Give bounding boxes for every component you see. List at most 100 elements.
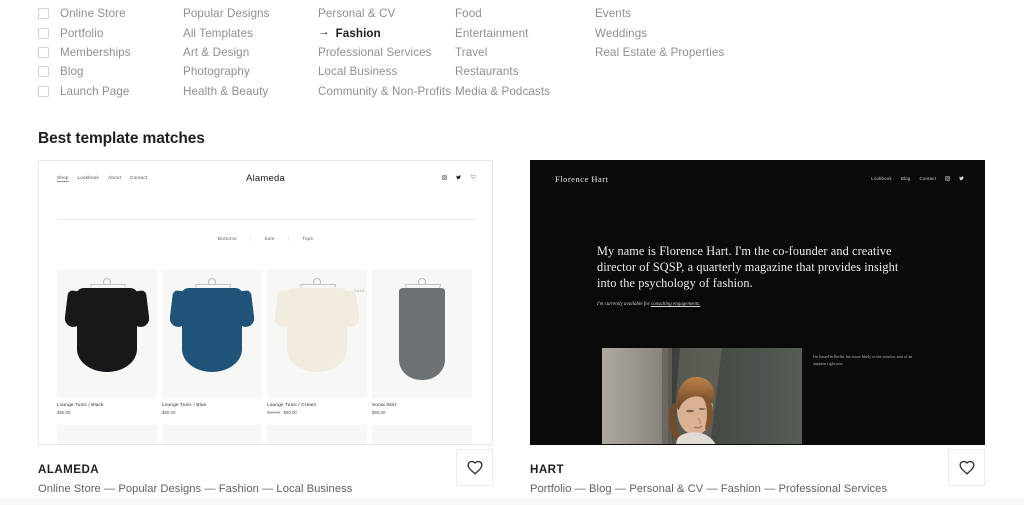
product-sale-price: $50.00 bbox=[283, 410, 297, 415]
product-title: Lounge Tunic / Cream bbox=[267, 403, 317, 408]
filter-label: Portfolio bbox=[60, 26, 104, 40]
preview-product-item: Lounge Tunic / Blue $50.00 bbox=[162, 269, 262, 415]
product-price: $60.00 $50.00 bbox=[267, 410, 367, 415]
filter-panel: Online Store Portfolio Memberships Blog … bbox=[0, 0, 1024, 108]
favorite-button-hart[interactable] bbox=[948, 449, 985, 486]
heart-icon bbox=[958, 460, 975, 475]
preview-nav-links: Lookbook Blog Contact bbox=[871, 176, 964, 181]
filter-link-local-business[interactable]: Local Business bbox=[318, 62, 455, 81]
garment-shape bbox=[182, 288, 242, 372]
template-name: HART bbox=[530, 463, 564, 476]
preview-nav-lookbook: Lookbook bbox=[871, 176, 892, 181]
filter-link-travel[interactable]: Travel bbox=[455, 43, 595, 62]
filter-label: Blog bbox=[60, 65, 84, 79]
portrait-illustration bbox=[602, 348, 802, 444]
filter-link-professional-services[interactable]: Professional Services bbox=[318, 43, 455, 62]
filter-column-categories-2: Personal & CV → Fashion Professional Ser… bbox=[318, 4, 455, 108]
garment-shape bbox=[399, 288, 445, 380]
filter-column-site-types: Online Store Portfolio Memberships Blog … bbox=[38, 4, 183, 108]
template-preview-hart[interactable]: Florence Hart Lookbook Blog Contact My n… bbox=[530, 160, 985, 445]
filter-link-media-and-podcasts[interactable]: Media & Podcasts bbox=[455, 82, 595, 101]
filter-link-popular-designs[interactable]: Popular Designs bbox=[183, 4, 318, 23]
product-image-placeholder bbox=[162, 425, 262, 444]
preview-subline-link: consulting engagements. bbox=[650, 302, 701, 307]
favorite-button-alameda[interactable] bbox=[456, 449, 493, 486]
filter-column-categories-1: Popular Designs All Templates Art & Desi… bbox=[183, 4, 318, 108]
instagram-icon bbox=[442, 174, 447, 180]
twitter-icon bbox=[456, 174, 461, 179]
instagram-icon bbox=[945, 176, 950, 181]
sale-badge: SALE bbox=[354, 289, 365, 293]
hanger-icon bbox=[405, 278, 441, 289]
filter-checkbox-launch-page[interactable]: Launch Page bbox=[38, 82, 183, 101]
garment-shape bbox=[77, 288, 137, 372]
filter-link-personal-and-cv[interactable]: Personal & CV bbox=[318, 4, 455, 23]
template-results-grid: Shop Lookbook About Contact Alameda Bott… bbox=[38, 160, 986, 505]
template-card-hart[interactable]: Florence Hart Lookbook Blog Contact My n… bbox=[530, 160, 985, 505]
product-title: Sonia Skirt bbox=[372, 403, 397, 408]
heart-icon bbox=[466, 460, 483, 475]
preview-product-item: Lounge Tunic / Cream $60.00 $50.00 SALE bbox=[267, 269, 367, 415]
filter-link-health-and-beauty[interactable]: Health & Beauty bbox=[183, 82, 318, 101]
product-title: Lounge Tunic / Blue bbox=[162, 403, 207, 408]
hanger-icon bbox=[195, 278, 231, 289]
filter-link-food[interactable]: Food bbox=[455, 4, 595, 23]
preview-product-grid-row2 bbox=[57, 425, 472, 444]
checkbox-icon[interactable] bbox=[38, 66, 49, 78]
garment-shape bbox=[287, 288, 347, 372]
twitter-icon bbox=[959, 176, 964, 181]
checkbox-icon[interactable] bbox=[38, 85, 49, 97]
product-image-placeholder bbox=[57, 425, 157, 444]
product-image-cream-tunic bbox=[267, 269, 367, 398]
filter-link-all-templates[interactable]: All Templates bbox=[183, 23, 318, 42]
product-image-sonia-skirt bbox=[372, 269, 472, 398]
preview-photo-caption: I'm based in Berlin, but more likely in … bbox=[813, 354, 913, 367]
preview-category-links: Bottoms | Sale | Tops bbox=[39, 236, 492, 241]
product-image-placeholder bbox=[267, 425, 367, 444]
preview-category-sale: Sale bbox=[264, 236, 275, 241]
preview-category-tops: Tops bbox=[302, 236, 314, 241]
template-tags: Portfolio — Blog — Personal & CV — Fashi… bbox=[530, 483, 888, 495]
filter-link-community-and-non-profits[interactable]: Community & Non-Profits bbox=[318, 82, 455, 101]
preview-product-grid: Lounge Tunic / Black $50.00 Lounge Tunic… bbox=[57, 269, 472, 415]
filter-link-fashion-active[interactable]: → Fashion bbox=[318, 23, 455, 42]
filter-checkbox-online-store[interactable]: Online Store bbox=[38, 4, 183, 23]
filter-link-restaurants[interactable]: Restaurants bbox=[455, 62, 595, 81]
filter-label: Memberships bbox=[60, 45, 131, 59]
preview-headline: My name is Florence Hart. I'm the co-fou… bbox=[597, 244, 899, 291]
preview-nav-contact: Contact bbox=[919, 176, 936, 181]
filter-link-entertainment[interactable]: Entertainment bbox=[455, 23, 595, 42]
filter-checkbox-portfolio[interactable]: Portfolio bbox=[38, 23, 183, 42]
filter-column-categories-4: Events Weddings Real Estate & Properties bbox=[595, 4, 795, 108]
preview-portrait-photo bbox=[602, 348, 802, 444]
product-image-black-tunic bbox=[57, 269, 157, 398]
filter-link-art-and-design[interactable]: Art & Design bbox=[183, 43, 318, 62]
preview-subline-prefix: I'm currently available for bbox=[597, 302, 651, 307]
template-name: ALAMEDA bbox=[38, 463, 100, 476]
filter-link-real-estate-and-properties[interactable]: Real Estate & Properties bbox=[595, 43, 795, 62]
checkbox-icon[interactable] bbox=[38, 46, 49, 58]
template-card-alameda[interactable]: Shop Lookbook About Contact Alameda Bott… bbox=[38, 160, 493, 505]
filter-label: Fashion bbox=[335, 26, 381, 40]
preview-product-item: Lounge Tunic / Black $50.00 bbox=[57, 269, 157, 415]
hanger-icon bbox=[300, 278, 336, 289]
product-title: Lounge Tunic / Black bbox=[57, 403, 104, 408]
filter-checkbox-blog[interactable]: Blog bbox=[38, 62, 183, 81]
product-image-blue-tunic bbox=[162, 269, 262, 398]
separator: | bbox=[287, 236, 290, 241]
product-original-price: $60.00 bbox=[267, 410, 281, 415]
template-preview-alameda[interactable]: Shop Lookbook About Contact Alameda Bott… bbox=[38, 160, 493, 445]
filter-link-photography[interactable]: Photography bbox=[183, 62, 318, 81]
filter-column-categories-3: Food Entertainment Travel Restaurants Me… bbox=[455, 4, 595, 108]
cart-icon bbox=[470, 174, 476, 180]
filter-link-weddings[interactable]: Weddings bbox=[595, 23, 795, 42]
checkbox-icon[interactable] bbox=[38, 27, 49, 39]
filter-checkbox-memberships[interactable]: Memberships bbox=[38, 43, 183, 62]
filter-label: Launch Page bbox=[60, 84, 130, 98]
product-price: $50.00 bbox=[162, 410, 176, 415]
preview-brand-florence-hart: Florence Hart bbox=[555, 174, 609, 184]
template-tags: Online Store — Popular Designs — Fashion… bbox=[38, 483, 353, 495]
filter-link-events[interactable]: Events bbox=[595, 4, 795, 23]
checkbox-icon[interactable] bbox=[38, 8, 49, 20]
page-title: Best template matches bbox=[38, 130, 205, 147]
